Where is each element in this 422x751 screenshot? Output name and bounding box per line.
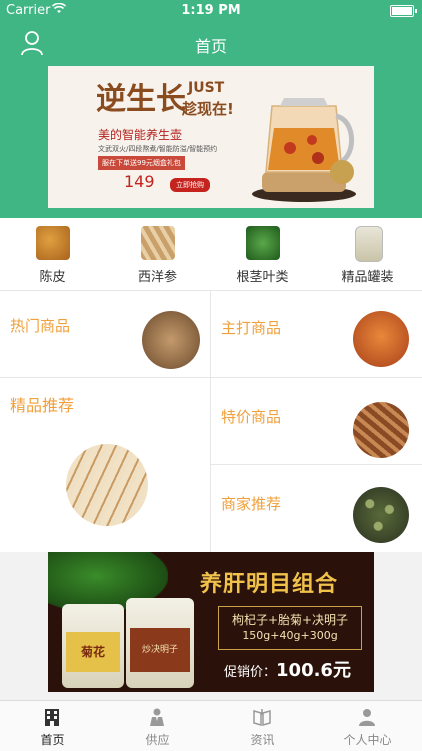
chrysanthemum-jar: 菊花 — [62, 604, 124, 688]
category-label: 陈皮 — [39, 270, 66, 285]
page-title: 首页 — [194, 37, 227, 56]
kettle-image — [252, 98, 356, 202]
featured-image — [66, 444, 148, 526]
ad-price-value: 100.6元 — [276, 660, 351, 681]
nav-bar: 首页 — [0, 22, 422, 64]
ad-combo-weights: 150g+40g+300g — [242, 629, 338, 642]
featured-title: 精品推荐 — [10, 396, 75, 415]
hot-products-title: 热门商品 — [10, 317, 71, 335]
banner-subtitle: 美的智能养生壶 — [98, 128, 183, 142]
ad-combo-items: 枸杞子+胎菊+决明子 — [231, 613, 349, 627]
tab-label: 资讯 — [250, 733, 275, 747]
merchant-recommend-title: 商家推荐 — [221, 495, 282, 513]
tab-news[interactable]: 资讯 — [210, 701, 315, 751]
main-products-title: 主打商品 — [221, 319, 282, 337]
chenpi-thumbnail — [36, 226, 70, 260]
product-grid: 热门商品 主打商品 精品推荐 特价商品 商家推荐 — [0, 290, 422, 552]
supply-person-icon — [147, 707, 167, 727]
divider — [210, 290, 211, 552]
merchant-recommend-card[interactable]: 商家推荐 — [211, 465, 422, 552]
hot-products-image — [142, 311, 200, 369]
category-chenpi[interactable]: 陈皮 — [0, 218, 105, 290]
tab-personal-center[interactable]: 个人中心 — [315, 701, 420, 751]
special-offer-image — [353, 402, 409, 458]
banner-buy-button[interactable]: 立即抢购 — [170, 178, 210, 192]
merchant-recommend-image — [353, 487, 409, 543]
banner-gift: 服在下单送99元烟盒礼包 — [98, 156, 185, 170]
category-label: 根茎叶类 — [236, 270, 289, 285]
tab-label: 首页 — [40, 733, 65, 747]
jar2-label: 炒决明子 — [130, 628, 190, 672]
category-row: 陈皮 西洋参 根茎叶类 精品罐装 — [0, 218, 422, 290]
banner-headline-en: JUST — [188, 80, 225, 96]
special-offer-card[interactable]: 特价商品 — [211, 378, 422, 464]
open-book-icon — [252, 707, 272, 727]
banner-features: 文武双火/四段熬煮/智能防溢/智能预约 — [98, 145, 218, 153]
ad-combo-box: 枸杞子+胎菊+决明子 150g+40g+300g — [218, 606, 362, 650]
tab-label: 个人中心 — [343, 733, 392, 747]
main-products-card[interactable]: 主打商品 — [211, 291, 422, 377]
ad-headline: 养肝明目组合 — [200, 571, 339, 597]
banner-tagline: 趁现在! — [182, 100, 234, 118]
cassia-seed-jar: 炒决明子 — [126, 598, 194, 688]
leaf-thumbnail — [246, 226, 280, 260]
battery-icon — [390, 5, 417, 17]
banner-area: 逆生长 JUST 趁现在! 美的智能养生壶 文武双火/四段熬煮/智能防溢/智能预… — [0, 64, 422, 218]
category-label: 西洋参 — [137, 270, 177, 285]
tab-bar: 首页 供应 资讯 个人中心 — [0, 700, 422, 751]
home-building-icon — [42, 707, 62, 727]
jar-thumbnail — [355, 226, 383, 262]
featured-card[interactable]: 精品推荐 — [0, 378, 210, 552]
category-xiyangshen[interactable]: 西洋参 — [105, 218, 210, 290]
hot-products-card[interactable]: 热门商品 — [0, 291, 210, 377]
ad-price: 促销价：100.6元 — [224, 656, 351, 682]
ad-price-label: 促销价： — [224, 665, 277, 680]
special-offer-title: 特价商品 — [221, 408, 282, 426]
main-products-image — [353, 311, 409, 367]
category-premium-jar[interactable]: 精品罐装 — [315, 218, 420, 290]
clock: 1:19 PM — [181, 3, 241, 18]
xiyangshen-thumbnail — [141, 226, 175, 260]
category-label: 精品罐装 — [341, 270, 394, 285]
tab-home[interactable]: 首页 — [0, 701, 105, 751]
combo-ad-banner[interactable]: 菊花 炒决明子 养肝明目组合 枸杞子+胎菊+决明子 150g+40g+300g … — [48, 552, 374, 692]
promo-banner[interactable]: 逆生长 JUST 趁现在! 美的智能养生壶 文武双火/四段熬煮/智能防溢/智能预… — [48, 66, 374, 208]
banner-headline: 逆生长 — [96, 82, 186, 117]
user-center-icon — [357, 707, 377, 727]
tab-label: 供应 — [145, 733, 170, 747]
tab-supply[interactable]: 供应 — [105, 701, 210, 751]
banner-price: 149 — [124, 172, 155, 191]
status-bar: Carrier 1:19 PM — [0, 0, 422, 22]
category-root-stem-leaf[interactable]: 根茎叶类 — [210, 218, 315, 290]
jar1-label: 菊花 — [66, 632, 120, 672]
